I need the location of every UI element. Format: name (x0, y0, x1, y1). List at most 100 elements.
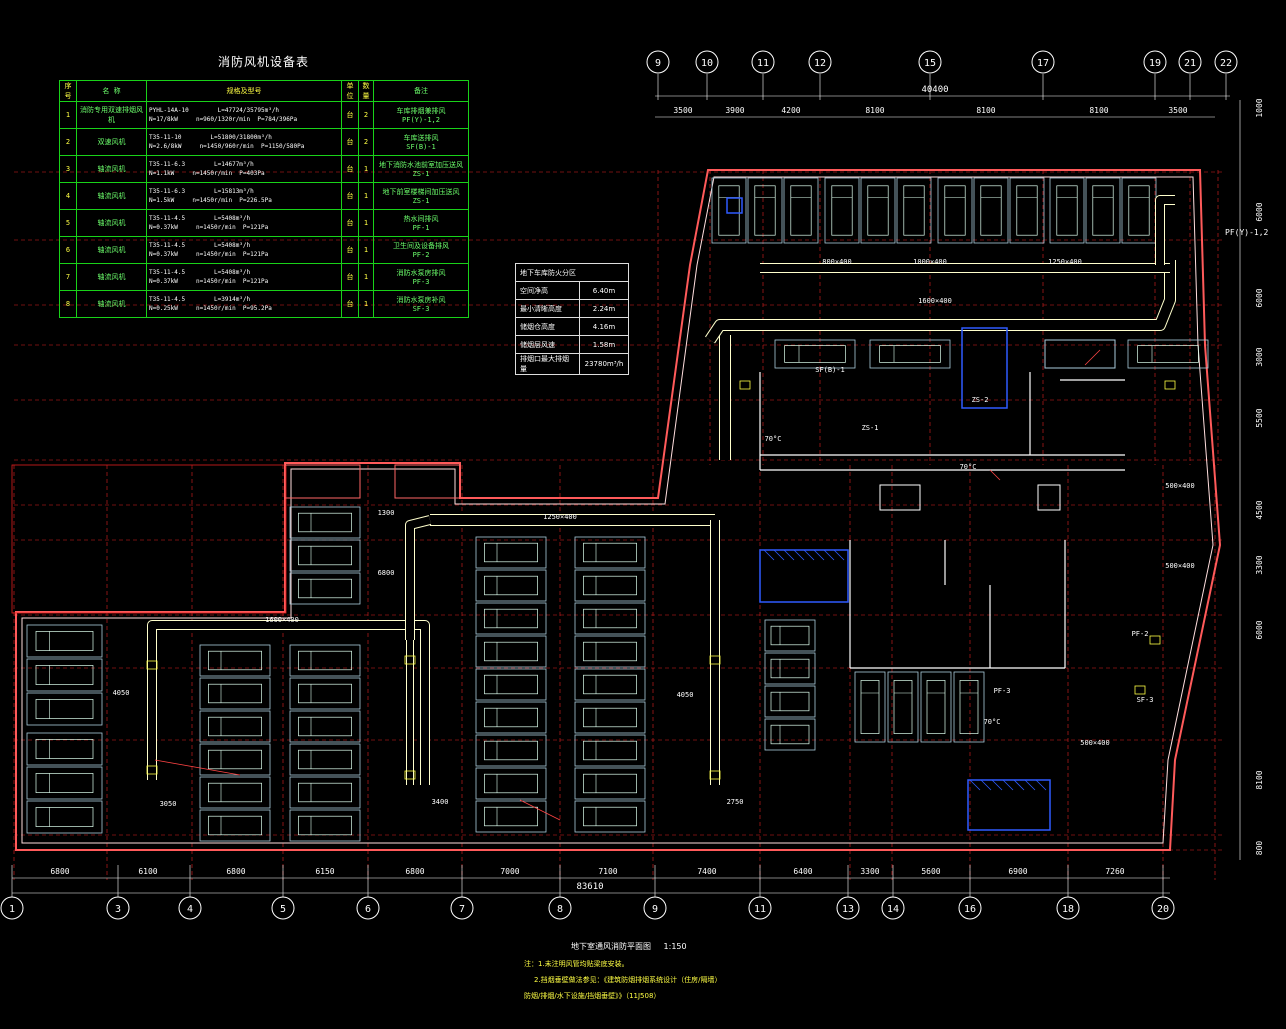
car-icon (583, 773, 637, 794)
temp-label: 70°C (984, 718, 1001, 726)
car-icon (208, 782, 262, 803)
row-qty: 2 (358, 128, 374, 156)
table-row: 3 轴流风机 T35-11-6.3 L=14677m³/h N=1.1kW n=… (59, 155, 469, 183)
parking-stall (26, 624, 103, 658)
parking-stall (1049, 177, 1085, 244)
dim-text: 3400 (432, 798, 449, 806)
parking-stall (289, 644, 361, 677)
param-row: 储烟仓高度 4.16m (515, 317, 629, 336)
car-icon (298, 512, 352, 533)
ramp (1044, 339, 1116, 369)
row-spec: T35-11-4.5 L=5408m³/h N=0.37kW n=1450r/m… (146, 209, 342, 237)
table-header: 备注 (373, 80, 469, 102)
row-name: 双速风机 (76, 128, 147, 156)
dim-text: 1000 (1255, 98, 1264, 117)
row-qty: 2 (358, 101, 374, 129)
param-key: 储烟层风速 (515, 335, 580, 354)
row-no: 8 (59, 290, 77, 318)
car-icon (1092, 185, 1114, 236)
hatch (991, 779, 1003, 791)
hatch (773, 549, 785, 561)
axis-label: 4 (187, 904, 193, 915)
car-icon (867, 185, 889, 236)
parking-stall (764, 619, 816, 652)
param-key: 空间净高 (515, 281, 580, 300)
axis-label: 14 (887, 904, 899, 915)
row-name: 轴流风机 (76, 182, 147, 210)
car-icon (980, 185, 1002, 236)
dim-text: 3300 (860, 867, 879, 876)
parking-stall (475, 668, 547, 701)
param-value: 4.16m (579, 317, 629, 336)
dim-text: 6100 (138, 867, 157, 876)
dim-text: 7400 (697, 867, 716, 876)
dim-text: 3050 (160, 800, 177, 808)
parking-stall (887, 671, 919, 743)
parking-stall (860, 177, 896, 244)
param-row: 储烟层风速 1.58m (515, 335, 629, 354)
param-value: 1.58m (579, 335, 629, 354)
duct-size: 1600×400 (265, 616, 299, 624)
row-name: 轴流风机 (76, 209, 147, 237)
dim-text: 8100 (865, 106, 884, 115)
car-icon (583, 641, 637, 662)
car-icon (298, 716, 352, 737)
parking-stall (574, 635, 646, 668)
car-icon (583, 674, 637, 695)
row-remark: 消防水泵房排风 PF-3 (373, 263, 469, 291)
axis-label: 20 (1157, 904, 1169, 915)
row-unit: 台 (341, 209, 359, 237)
row-no: 1 (59, 101, 77, 129)
hatch (803, 549, 815, 561)
param-row: 空间净高 6.40m (515, 281, 629, 300)
hatch (783, 549, 795, 561)
axis-label: 21 (1184, 58, 1196, 69)
duct-size: 500×400 (1080, 739, 1110, 747)
car-icon (944, 185, 966, 236)
dim-text: 6000 (1255, 620, 1264, 639)
dim-text: 6800 (378, 569, 395, 577)
parking-stall (289, 539, 361, 572)
damper (1134, 685, 1146, 695)
hatch (833, 549, 845, 561)
dim-text: 8100 (1255, 770, 1264, 789)
car-icon (484, 740, 538, 761)
hatch (1002, 779, 1014, 791)
row-spec: T35-11-10 L=51800/31800m³/h N=2.6/8kW n=… (146, 128, 342, 156)
parking-stall (199, 677, 271, 710)
parking-stall (475, 734, 547, 767)
car-icon (583, 608, 637, 629)
parking-stall (783, 177, 819, 244)
param-key: 最小清晰高度 (515, 299, 580, 318)
param-row: 排烟口最大排烟量 23780m³/h (515, 353, 629, 375)
car-icon (583, 707, 637, 728)
parking-stall (26, 692, 103, 726)
leader (1084, 349, 1101, 366)
parking-stall (475, 767, 547, 800)
car-icon (926, 680, 946, 734)
car-icon (298, 578, 352, 599)
parking-stall (574, 734, 646, 767)
car-icon (484, 806, 538, 827)
stair-room (284, 464, 361, 499)
row-qty: 1 (358, 209, 374, 237)
stair-room (394, 464, 461, 499)
hatch (1024, 779, 1036, 791)
dim-text: 4050 (113, 689, 130, 697)
duct-pf-inner (1156, 196, 1175, 265)
parking-stall (199, 644, 271, 677)
sf3-label: SF-3 (1137, 696, 1154, 704)
car-icon (1128, 185, 1150, 236)
parking-stall (289, 809, 361, 842)
axis-label: 5 (280, 904, 286, 915)
dim-text: 6150 (315, 867, 334, 876)
parking-stall (937, 177, 973, 244)
parking-stall (574, 668, 646, 701)
hatch (1035, 779, 1047, 791)
row-name: 轴流风机 (76, 155, 147, 183)
car-icon (208, 650, 262, 671)
car-icon (831, 185, 853, 236)
parking-stall (289, 677, 361, 710)
car-icon (35, 699, 94, 719)
row-no: 3 (59, 155, 77, 183)
